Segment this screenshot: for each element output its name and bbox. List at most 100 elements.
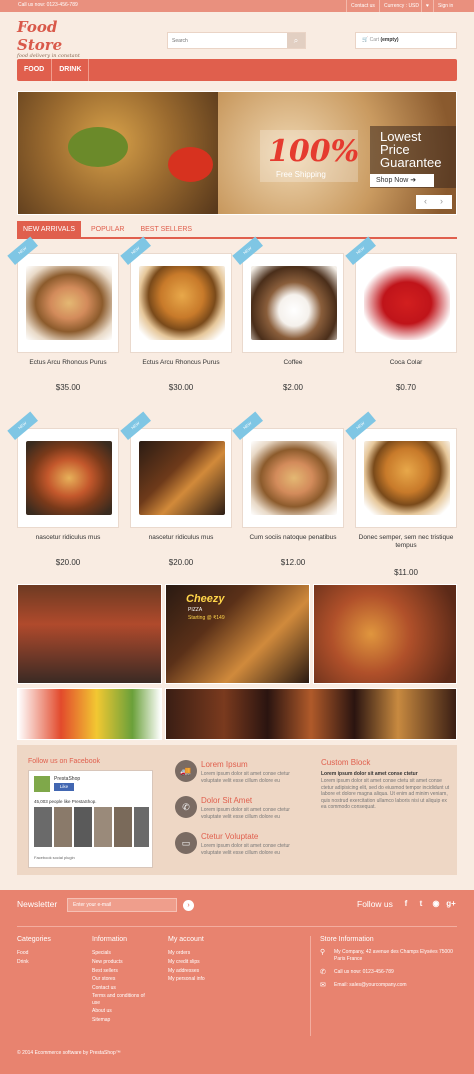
product-image[interactable] (139, 266, 225, 340)
custom-block-title: Custom Block (321, 758, 371, 767)
product-image[interactable] (251, 441, 337, 515)
product-image-frame (355, 253, 457, 353)
twitter-icon[interactable]: t (415, 899, 427, 911)
promo-percent: 100% (268, 134, 360, 169)
contact-us-link[interactable]: Contact us (346, 0, 379, 12)
store-logo[interactable]: Food Store food delivery in constant (17, 18, 107, 59)
truck-icon: 🚚 (175, 760, 197, 782)
call-us-text: Call us now: 0123-456-789 (18, 2, 78, 8)
footer-link[interactable]: Food (17, 949, 97, 958)
product-card[interactable]: NEW Donec semper, sem nec tristique temp… (345, 411, 457, 577)
product-card[interactable]: NEW Ectus Arcu Rhoncus Purus $35.00 (7, 236, 119, 397)
footer-link[interactable]: Drink (17, 958, 97, 967)
tab-new-arrivals[interactable]: NEW ARRIVALS (17, 221, 81, 239)
tab-popular[interactable]: POPULAR (85, 221, 130, 239)
wishlist-icon[interactable]: ♥ (421, 0, 433, 12)
search-icon[interactable]: ⌕ (287, 33, 305, 48)
footer-link[interactable]: Contact us (92, 984, 172, 993)
product-image[interactable] (364, 266, 450, 340)
footer-link[interactable]: Best sellers (92, 967, 172, 976)
menu-item-food[interactable]: FOOD (17, 59, 53, 81)
product-card[interactable]: NEW Cum sociis natoque penatibus $12.00 (232, 411, 344, 572)
footer-link[interactable]: New products (92, 958, 172, 967)
product-card[interactable]: NEW Coffee $2.00 (232, 236, 344, 397)
hero-slider[interactable]: 100% Free Shipping Lowest Price Guarante… (17, 91, 457, 215)
product-image[interactable] (251, 266, 337, 340)
product-image-frame (17, 428, 119, 528)
banner-pizza-subtitle: PIZZA (188, 607, 203, 613)
google-plus-icon[interactable]: g+ (445, 899, 457, 911)
menu-item-drink[interactable]: DRINK (52, 59, 90, 81)
product-image[interactable] (26, 441, 112, 515)
banner-pizza[interactable]: Cheezy PIZZA Starting @ ₹149 (165, 584, 310, 684)
tab-best-sellers[interactable]: BEST SELLERS (134, 221, 198, 239)
footer-heading: My account (168, 936, 204, 943)
service-text: Lorem ipsum dolor sit amet conse ctetur … (201, 843, 290, 856)
footer-link[interactable]: Terms and conditions of use (92, 993, 152, 1007)
service-text: Lorem ipsum dolor sit amet conse ctetur … (201, 771, 290, 784)
product-price: $11.00 (394, 568, 418, 577)
footer-link[interactable]: About us (92, 1007, 172, 1016)
product-card[interactable]: NEW Coca Colar $0.70 (345, 236, 457, 397)
footer-link[interactable]: Specials (92, 949, 172, 958)
footer-account: My account My orders My credit slips My … (168, 936, 248, 984)
product-price: $0.70 (395, 383, 417, 392)
footer-link[interactable]: My personal info (168, 975, 248, 984)
service-text: Lorem ipsum dolor sit amet conse ctetur … (201, 807, 290, 820)
service-title: Lorem Ipsum (201, 760, 248, 769)
facebook-widget[interactable]: PrestaShop Like 45,003 people like Prest… (28, 770, 153, 868)
shop-now-button[interactable]: Shop Now ➜ (370, 174, 434, 187)
store-phone-number: 0123-456-789 (362, 969, 394, 975)
product-image[interactable] (26, 266, 112, 340)
product-card[interactable]: NEW Ectus Arcu Rhoncus Purus $30.00 (120, 236, 232, 397)
service-title: Ctetur Voluptate (201, 832, 259, 841)
footer-link[interactable]: Sitemap (92, 1016, 172, 1025)
slider-arrows[interactable]: ‹ › (416, 195, 452, 209)
fb-page-name[interactable]: PrestaShop (54, 776, 80, 782)
store-address-text: My Company, 42 avenue des Champs Elysées… (334, 949, 453, 962)
fb-like-button[interactable]: Like (54, 783, 74, 791)
footer-link[interactable]: My credit slips (168, 958, 248, 967)
product-name[interactable]: nascetur ridiculus mus (17, 534, 119, 542)
banner-dishes[interactable] (313, 584, 457, 684)
sign-in-link[interactable]: Sign in (433, 0, 457, 12)
cart-status: (empty) (380, 37, 399, 43)
footer-heading: Information (92, 936, 128, 943)
banner-vegetables[interactable] (17, 688, 162, 740)
footer-heading: Categories (17, 936, 51, 943)
service-item: ✆ Dolor Sit Amet Lorem ipsum dolor sit a… (175, 796, 315, 836)
product-name[interactable]: Donec semper, sem nec tristique tempus (355, 534, 457, 550)
product-name[interactable]: Coffee (242, 359, 344, 367)
search-input[interactable] (168, 33, 286, 48)
footer-link[interactable]: My orders (168, 949, 248, 958)
product-image[interactable] (139, 441, 225, 515)
store-phone: ✆ Call us now: 0123-456-789 (320, 969, 460, 976)
rss-icon[interactable]: ◉ (430, 899, 442, 911)
phone-icon: ✆ (320, 969, 326, 976)
product-card[interactable]: NEW nascetur ridiculus mus $20.00 (120, 411, 232, 572)
currency-select[interactable]: Currency : USD (379, 0, 423, 12)
newsletter-input[interactable]: Enter your e-mail (67, 898, 177, 912)
product-price: $12.00 (280, 558, 306, 567)
product-name[interactable]: Cum sociis natoque penatibus (242, 534, 344, 542)
prev-icon[interactable]: ‹ (424, 196, 427, 206)
next-icon[interactable]: › (440, 196, 443, 206)
product-price: $20.00 (55, 558, 81, 567)
facebook-icon[interactable]: f (400, 899, 412, 911)
product-name[interactable]: Coca Colar (355, 359, 457, 367)
newsletter-submit-icon[interactable]: › (183, 900, 194, 911)
product-image[interactable] (364, 441, 450, 515)
product-name[interactable]: nascetur ridiculus mus (130, 534, 232, 542)
product-name[interactable]: Ectus Arcu Rhoncus Purus (130, 359, 232, 367)
footer-heading: Store Information (320, 936, 374, 943)
footer-link[interactable]: Our stores (92, 975, 172, 984)
decor-veg (68, 127, 128, 167)
product-card[interactable]: NEW nascetur ridiculus mus $20.00 (7, 411, 119, 572)
banner-menu-strip[interactable] (165, 688, 457, 740)
product-name[interactable]: Ectus Arcu Rhoncus Purus (17, 359, 119, 367)
store-email-label: Email: (334, 982, 348, 988)
cart-button[interactable]: 🛒 Cart (empty) (355, 32, 457, 49)
store-email-link[interactable]: sales@yourcompany.com (349, 982, 406, 988)
footer-link[interactable]: My addresses (168, 967, 248, 976)
banner-chefs[interactable] (17, 584, 162, 684)
